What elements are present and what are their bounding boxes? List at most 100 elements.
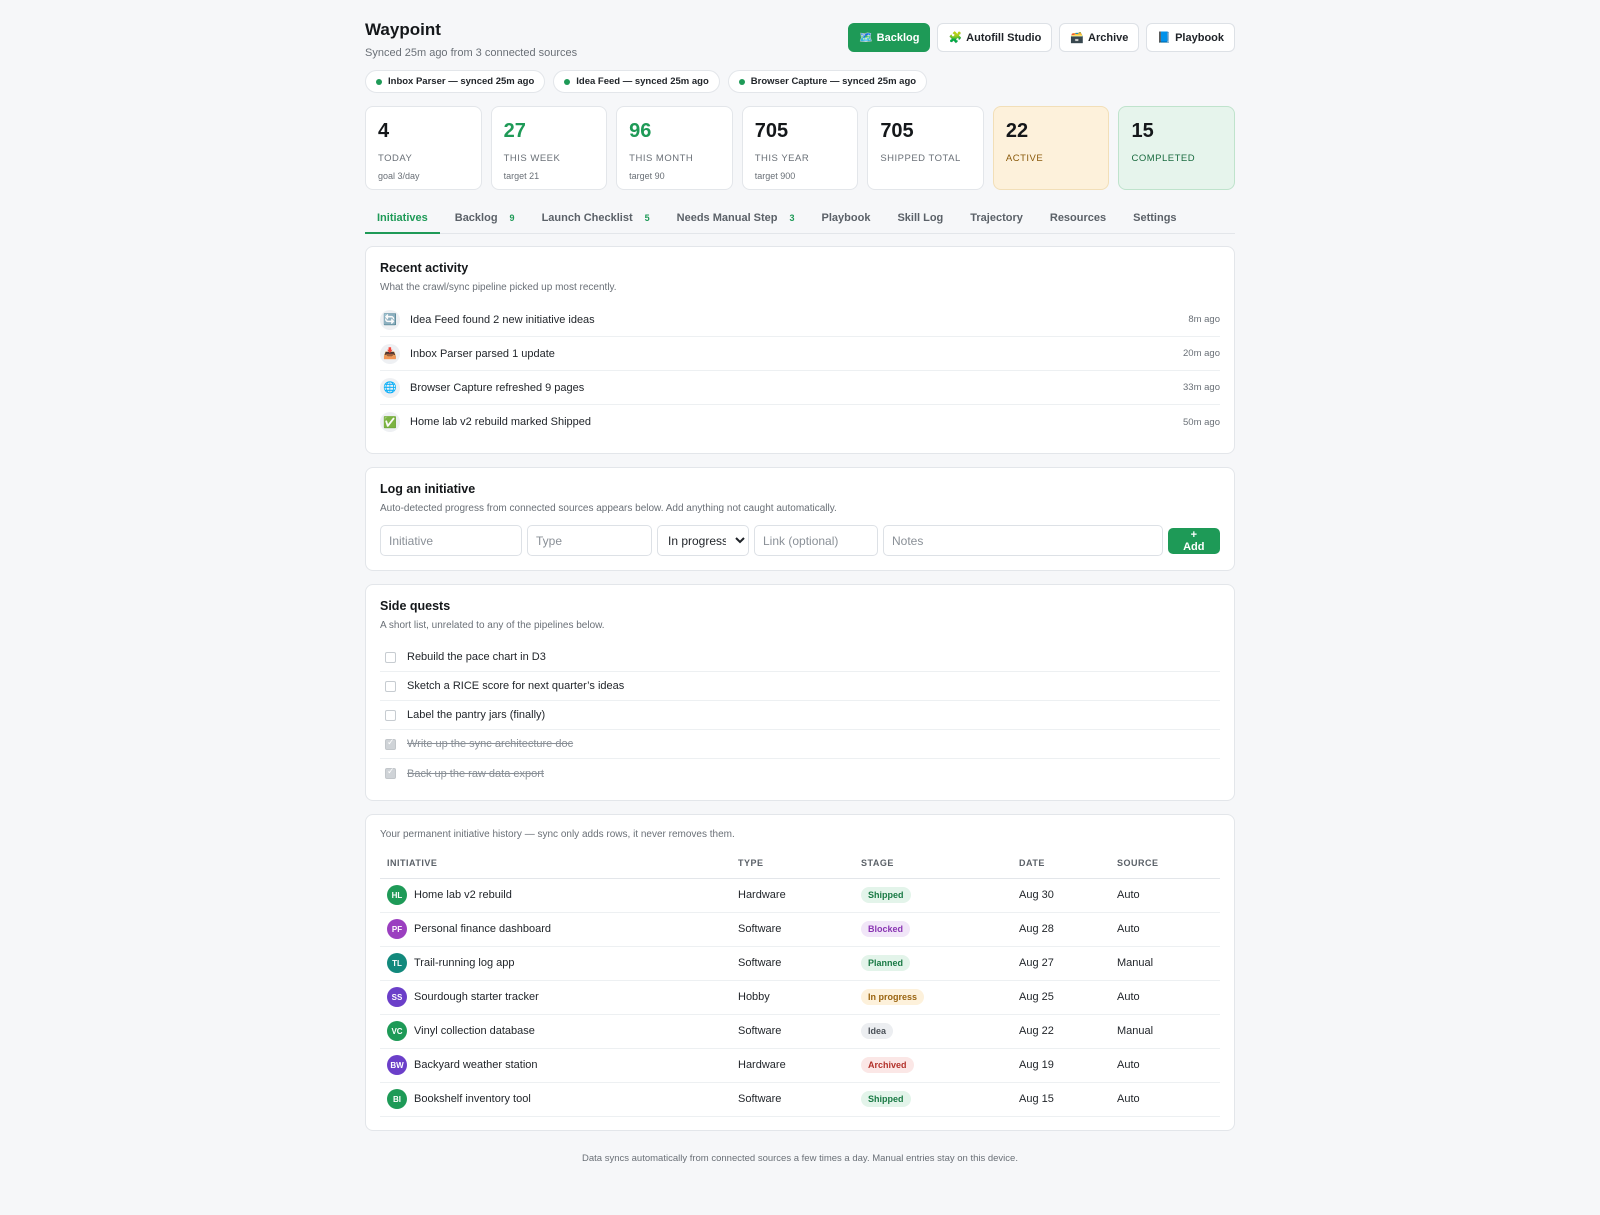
initiative-cell: VC Vinyl collection database xyxy=(380,1014,731,1049)
table-row: TL Trail-running log app Software Planned Au… xyxy=(380,946,1220,981)
tab-label: Launch Checklist xyxy=(541,212,633,224)
stat-label: SHIPPED TOTAL xyxy=(880,153,961,164)
recent-activity-card: Recent activity What the crawl/sync pipe… xyxy=(365,246,1235,454)
tab-playbook[interactable]: Playbook xyxy=(810,204,883,233)
tab-label: Settings xyxy=(1133,212,1177,224)
recent-activity-desc: What the crawl/sync pipeline picked up m… xyxy=(380,282,617,293)
checkbox[interactable] xyxy=(385,680,396,692)
source-pill: Browser Capture — synced 25m ago xyxy=(727,70,928,93)
link-input[interactable] xyxy=(754,525,878,556)
initiative-input[interactable] xyxy=(380,525,522,556)
globe-icon: 🌐 xyxy=(380,377,400,398)
initiative-cell: HL Home lab v2 rebuild xyxy=(380,878,731,913)
avatar: PF xyxy=(387,919,407,939)
backlog-button[interactable]: 🗺️ Backlog xyxy=(847,23,931,52)
side-quest-item: Rebuild the pace chart in D3 xyxy=(380,643,1220,672)
side-quest-text: Rebuild the pace chart in D3 xyxy=(407,651,546,663)
status-dot-icon xyxy=(564,78,571,85)
stat-label: THIS YEAR xyxy=(754,153,810,164)
tab-initiatives[interactable]: Initiatives xyxy=(365,204,440,234)
status-badge: Blocked xyxy=(861,921,911,937)
tab-trajectory[interactable]: Trajectory xyxy=(958,204,1035,233)
table-row: BW Backyard weather station Hardware Archiv… xyxy=(380,1048,1220,1083)
column-header-source: SOURCE xyxy=(1110,849,1220,879)
source-pills: Inbox Parser — synced 25m ago Idea Feed —… xyxy=(365,70,1235,93)
log-initiative-form: In progress + Add xyxy=(380,525,1220,556)
stage-cell: Planned xyxy=(854,946,1012,981)
autofill-studio-button[interactable]: 🧩 Autofill Studio xyxy=(937,23,1053,52)
status-badge: Planned xyxy=(861,955,911,971)
source-cell: Manual xyxy=(1110,946,1220,981)
stat-card-this-week: 27 THIS WEEK target 21 xyxy=(490,106,608,190)
archive-button-label: Archive xyxy=(1088,31,1129,44)
stage-cell: Archived xyxy=(854,1048,1012,1083)
stat-card-completed: 15 COMPLETED xyxy=(1118,106,1236,190)
avatar: VC xyxy=(387,1021,407,1041)
backlog-button-label: Backlog xyxy=(876,31,920,44)
stage-cell: Shipped xyxy=(854,878,1012,913)
type-cell: Hobby xyxy=(731,980,854,1015)
initiative-cell: TL Trail-running log app xyxy=(380,946,731,981)
stage-select[interactable]: In progress xyxy=(657,525,749,556)
status-badge: Shipped xyxy=(861,887,911,903)
source-cell: Auto xyxy=(1110,1082,1220,1117)
column-header-initiative: INITIATIVE xyxy=(380,849,731,879)
playbook-button-label: Playbook xyxy=(1175,31,1224,44)
add-initiative-button[interactable]: + Add xyxy=(1167,527,1220,554)
status-dot-icon xyxy=(738,78,745,85)
stage-cell: Blocked xyxy=(854,912,1012,947)
stage-cell: Idea xyxy=(854,1014,1012,1049)
source-cell: Auto xyxy=(1110,980,1220,1015)
activity-time: 20m ago xyxy=(1183,348,1220,359)
stat-card-today: 4 TODAY goal 3/day xyxy=(365,106,482,190)
tab-label: Backlog xyxy=(454,212,498,224)
tab-launch-checklist[interactable]: Launch Checklist 5 xyxy=(530,204,662,233)
type-input[interactable] xyxy=(527,525,652,556)
tab-skill-log[interactable]: Skill Log xyxy=(885,204,955,233)
checkbox[interactable] xyxy=(385,709,396,721)
checkbox[interactable] xyxy=(385,737,396,750)
app-title: Waypoint xyxy=(365,20,441,39)
autofill-studio-button-label: Autofill Studio xyxy=(966,31,1042,44)
tab-resources[interactable]: Resources xyxy=(1038,204,1118,233)
stat-sub: target 900 xyxy=(754,171,796,181)
archive-button[interactable]: 🗃️ Archive xyxy=(1059,23,1140,52)
source-cell: Auto xyxy=(1110,878,1220,913)
type-cell: Software xyxy=(731,1014,854,1049)
stat-card-this-month: 96 THIS MONTH target 90 xyxy=(616,106,733,190)
stat-label: COMPLETED xyxy=(1131,153,1196,164)
tab-settings[interactable]: Settings xyxy=(1121,204,1188,233)
initiative-name: Backyard weather station xyxy=(414,1059,538,1071)
activity-item: ✅ Home lab v2 rebuild marked Shipped 50m a… xyxy=(380,405,1220,439)
column-header-type: TYPE xyxy=(731,849,854,879)
source-pill: Idea Feed — synced 25m ago xyxy=(553,70,720,93)
playbook-button[interactable]: 📘 Playbook xyxy=(1146,23,1235,52)
initiative-cell: BW Backyard weather station xyxy=(380,1048,731,1083)
initiative-cell: SS Sourdough starter tracker xyxy=(380,980,731,1015)
checkbox[interactable] xyxy=(385,651,396,663)
side-quest-text: Label the pantry jars (finally) xyxy=(407,709,546,721)
notes-input[interactable] xyxy=(883,525,1163,556)
date-cell: Aug 19 xyxy=(1012,1048,1110,1083)
side-quests-card: Side quests A short list, unrelated to a… xyxy=(365,584,1235,801)
status-badge: In progress xyxy=(861,989,925,1005)
avatar: BW xyxy=(387,1055,407,1075)
status-badge: Archived xyxy=(861,1057,914,1073)
tab-backlog[interactable]: Backlog 9 xyxy=(443,204,527,233)
column-header-date: DATE xyxy=(1012,849,1110,879)
stat-sub: target 21 xyxy=(503,171,540,181)
book-icon: 📘 xyxy=(1157,32,1172,44)
activity-text: Browser Capture refreshed 9 pages xyxy=(410,381,585,394)
stat-value: 96 xyxy=(629,120,652,142)
avatar: HL xyxy=(387,885,407,905)
checkbox[interactable] xyxy=(385,766,396,779)
tab-count-badge: 5 xyxy=(644,213,650,223)
tab-count-badge: 3 xyxy=(789,213,795,223)
stat-card-shipped-total: 705 SHIPPED TOTAL xyxy=(867,106,984,190)
tab-label: Initiatives xyxy=(377,212,428,224)
stat-value: 27 xyxy=(503,120,526,142)
activity-time: 50m ago xyxy=(1183,416,1220,428)
history-body: HL Home lab v2 rebuild Hardware Shipped Aug … xyxy=(380,878,1220,1117)
stat-card-this-year: 705 THIS YEAR target 900 xyxy=(741,106,859,190)
tab-needs-manual-step[interactable]: Needs Manual Step 3 xyxy=(665,204,807,233)
